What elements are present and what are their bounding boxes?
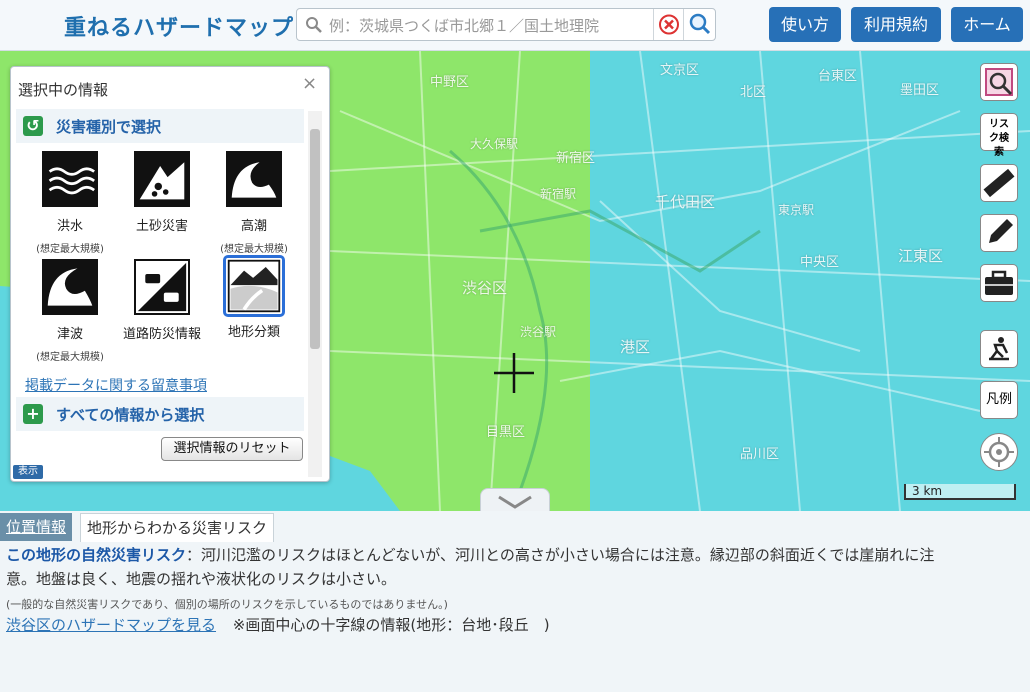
magnifier-icon bbox=[689, 13, 711, 35]
hazard-name: 道路防災情報 bbox=[122, 327, 201, 342]
map-label: 北区 bbox=[740, 85, 767, 100]
risk-search-button[interactable]: リスク検索 bbox=[980, 113, 1018, 158]
tab-landform-risk[interactable]: 地形からわかる災害リスク bbox=[80, 513, 275, 542]
map-label: 大久保駅 bbox=[470, 137, 519, 151]
panel-scrollbar[interactable] bbox=[308, 111, 322, 477]
road-disaster-icon bbox=[134, 259, 190, 315]
section-all-header[interactable]: + すべての情報から選択 bbox=[16, 397, 304, 431]
app-title[interactable]: 重ねるハザードマップ bbox=[64, 10, 294, 42]
tab-location-info[interactable]: 位置情報 bbox=[0, 513, 73, 541]
disclaimer-note: (一般的な自然災害リスクであり、個別の場所のリスクを示しているものではありません… bbox=[6, 598, 448, 611]
map-label: 墨田区 bbox=[900, 83, 940, 98]
map-label: 中野区 bbox=[430, 75, 470, 90]
display-badge[interactable]: 表示 bbox=[13, 465, 43, 479]
clear-icon bbox=[659, 14, 679, 35]
map-label: 千代田区 bbox=[655, 193, 716, 211]
map-label: 中央区 bbox=[800, 255, 840, 270]
hazard-storm-surge[interactable]: 高潮 (想定最大規模) bbox=[211, 151, 297, 255]
search-button[interactable] bbox=[683, 9, 716, 40]
ruler-icon bbox=[983, 168, 1015, 198]
header-bar: 重ねるハザードマップ 使い方 利用規約 ホーム bbox=[0, 0, 1030, 51]
toolbox-button[interactable] bbox=[980, 264, 1018, 302]
hazard-name: 津波 bbox=[56, 327, 83, 342]
hazard-sub: (想定最大規模) bbox=[220, 244, 288, 255]
risk-title: この地形の自然災害リスク bbox=[6, 546, 187, 564]
terms-button[interactable]: 利用規約 bbox=[851, 7, 941, 42]
close-icon[interactable]: × bbox=[302, 73, 317, 94]
info-panel: 位置情報 地形からわかる災害リスク この地形の自然災害リスク：河川氾濫のリスクは… bbox=[0, 511, 1030, 692]
risk-description: この地形の自然災害リスク：河川氾濫のリスクはほとんどないが、河川との高さが小さい… bbox=[6, 544, 1026, 565]
reset-selection-button[interactable]: 選択情報のリセット bbox=[161, 437, 303, 461]
search-input[interactable] bbox=[327, 13, 651, 39]
map-label: 目黒区 bbox=[486, 425, 526, 440]
risk-text-continued: 意。地盤は良く、地震の揺れや液状化のリスクは小さい。 bbox=[6, 570, 397, 588]
hazard-landform[interactable]: 地形分類 bbox=[211, 255, 297, 340]
map-label: 渋谷駅 bbox=[520, 325, 557, 339]
map-label: 文京区 bbox=[660, 63, 700, 78]
flood-icon bbox=[42, 151, 98, 207]
section-by-type-header[interactable]: ↺ 災害種別で選択 bbox=[16, 109, 304, 143]
clear-search-button[interactable] bbox=[653, 9, 684, 40]
evacuation-button[interactable] bbox=[980, 330, 1018, 368]
map-label: 東京駅 bbox=[778, 203, 815, 217]
landform-icon bbox=[223, 255, 285, 317]
how-to-use-button[interactable]: 使い方 bbox=[769, 7, 841, 42]
hazard-tsunami[interactable]: 津波 (想定最大規模) bbox=[27, 259, 113, 363]
risk-search-label: リスク検索 bbox=[989, 119, 1009, 158]
section-by-type-label: 災害種別で選択 bbox=[56, 118, 162, 136]
ruler-button[interactable] bbox=[980, 164, 1018, 202]
toolbox-icon bbox=[985, 270, 1013, 295]
map-label: 新宿区 bbox=[556, 151, 596, 166]
center-info: ※画面中心の十字線の情報(地形：台地･段丘 ) bbox=[232, 616, 550, 634]
hazard-landslide[interactable]: 土砂災害 bbox=[119, 151, 205, 234]
map-label: 台東区 bbox=[818, 69, 858, 84]
selection-panel: 選択中の情報 × ↺ 災害種別で選択 洪水 (想定最大規模) 土砂災害 高潮 (… bbox=[10, 66, 330, 482]
data-notes-link[interactable]: 掲載データに関する留意事項 bbox=[25, 375, 207, 395]
map-label: 港区 bbox=[620, 338, 651, 356]
storm-surge-icon bbox=[226, 151, 282, 207]
hazard-road-disaster[interactable]: 道路防災情報 bbox=[119, 259, 205, 342]
back-arrow-icon: ↺ bbox=[23, 116, 43, 136]
crosshair-icon bbox=[494, 353, 534, 393]
ward-row: 渋谷区のハザードマップを見る ※画面中心の十字線の情報(地形：台地･段丘 ) bbox=[6, 614, 550, 635]
section-all-label: すべての情報から選択 bbox=[56, 406, 205, 424]
hazard-sub: (想定最大規模) bbox=[36, 244, 104, 255]
tsunami-icon bbox=[42, 259, 98, 315]
evacuation-icon bbox=[989, 337, 1009, 361]
current-location-button[interactable] bbox=[980, 433, 1018, 471]
scroll-thumb[interactable] bbox=[310, 129, 320, 349]
area-search-button[interactable] bbox=[980, 63, 1018, 101]
hazard-name: 地形分類 bbox=[227, 325, 280, 340]
area-search-icon bbox=[985, 68, 1013, 96]
hazard-name: 洪水 bbox=[56, 219, 83, 234]
map-label: 品川区 bbox=[740, 447, 780, 462]
hazard-name: 土砂災害 bbox=[135, 219, 188, 234]
map-label: 新宿駅 bbox=[540, 187, 577, 201]
panel-title: 選択中の情報 bbox=[18, 81, 109, 99]
hazard-sub: (想定最大規模) bbox=[36, 352, 104, 363]
scale-bar: 3 km bbox=[904, 484, 1016, 500]
draw-button[interactable] bbox=[980, 214, 1018, 252]
hazard-name: 高潮 bbox=[240, 219, 267, 234]
pencil-icon bbox=[989, 219, 1013, 243]
map-label: 江東区 bbox=[898, 247, 944, 265]
home-button[interactable]: ホーム bbox=[951, 7, 1023, 42]
hazard-flood[interactable]: 洪水 (想定最大規模) bbox=[27, 151, 113, 255]
chevron-down-icon bbox=[498, 495, 532, 509]
plus-icon: + bbox=[23, 404, 43, 424]
collapse-panel-button[interactable] bbox=[480, 488, 550, 511]
legend-button[interactable]: 凡例 bbox=[980, 381, 1018, 419]
search-box bbox=[296, 8, 716, 41]
search-icon bbox=[306, 17, 322, 33]
map-label: 渋谷区 bbox=[462, 279, 508, 297]
ward-hazard-map-link[interactable]: 渋谷区のハザードマップを見る bbox=[6, 616, 216, 634]
landslide-icon bbox=[134, 151, 190, 207]
current-location-icon bbox=[984, 437, 1014, 467]
risk-text: ：河川氾濫のリスクはほとんどないが、河川との高さが小さい場合には注意。縁辺部の斜… bbox=[186, 546, 935, 564]
